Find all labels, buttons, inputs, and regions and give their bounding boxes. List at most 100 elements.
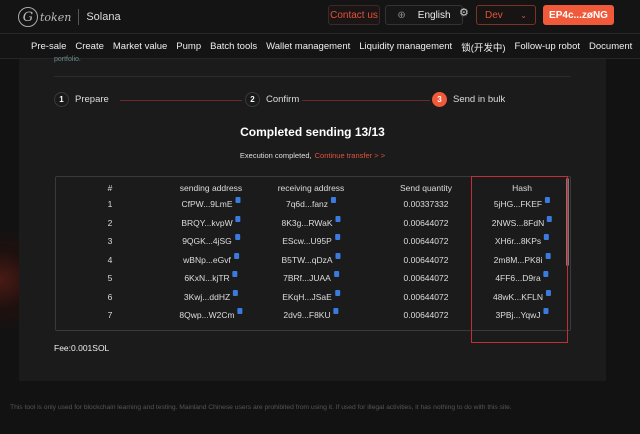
sending-address: CfPW...9LmE [181, 197, 241, 209]
nav-pump[interactable]: Pump [176, 41, 201, 52]
receiving-address: B5TW...qDzA [281, 252, 341, 265]
step-number: 3 [432, 92, 447, 107]
step-confirm: 2 Confirm [245, 92, 299, 107]
copy-icon[interactable] [233, 252, 239, 259]
wallet-button[interactable]: EP4c...zøNG [543, 5, 614, 25]
receiving-address-text: 7BRf...JUAA [283, 273, 331, 283]
step-label: Confirm [266, 94, 300, 105]
nav-document[interactable]: Document [589, 41, 632, 52]
row-index: 4 [108, 255, 113, 265]
header: G token Solana Contact us ⊕ English ⚙ Dev… [0, 0, 640, 34]
sending-address-text: 8Qwp...W2Cm [179, 310, 235, 320]
send-quantity: 0.00337332 [404, 199, 449, 209]
row-index: 3 [108, 236, 113, 246]
sending-address-text: 3Kwj...ddHZ [183, 291, 231, 302]
status-line: Execution completed, Continue transfer > … [19, 151, 606, 160]
step-number: 2 [245, 92, 260, 107]
nav-wallet-management[interactable]: Wallet management [266, 41, 350, 52]
copy-icon[interactable] [235, 215, 241, 222]
copy-icon[interactable] [333, 308, 339, 314]
row-index-text: 6 [107, 291, 113, 302]
receiving-address-text: EScw...U95P [282, 236, 332, 246]
row-index: 7 [108, 310, 113, 320]
send-quantity-text: 0.00644072 [403, 310, 449, 320]
fee-text: Fee:0.001SOL [54, 343, 110, 353]
sending-address: 8Qwp...W2Cm [179, 308, 243, 320]
row-index-text: 4 [107, 254, 113, 265]
main-card: portfolio. 1 Prepare 2 Confirm 3 Send in bu… [19, 56, 606, 381]
nav-batch-tools[interactable]: Batch tools [210, 41, 257, 52]
sending-address-text: wBNp...eGvf [183, 254, 231, 265]
gear-icon[interactable]: ⚙ [459, 6, 469, 19]
col-index: # [107, 183, 113, 193]
send-quantity-text: 0.00644072 [403, 217, 449, 228]
row-index-text: 3 [107, 236, 113, 246]
col-receiving-address: receiving address [277, 183, 345, 193]
row-index-text: 5 [107, 273, 113, 283]
copy-icon[interactable] [232, 271, 238, 277]
send-quantity-text: 0.00644072 [403, 254, 449, 265]
logo[interactable]: G token Solana [18, 7, 121, 27]
row-index-text: 1 [107, 199, 113, 209]
sending-address-text: CfPW...9LmE [181, 199, 233, 209]
receiving-address-text: B5TW...qDzA [281, 254, 333, 265]
completion-title: Completed sending 13/13 [240, 125, 385, 139]
globe-icon: ⊕ [397, 9, 406, 21]
continue-transfer-link[interactable]: Continue transfer > > [315, 151, 385, 160]
step-connector [120, 100, 242, 101]
network-select[interactable]: Dev ⌄ [476, 5, 536, 25]
receiving-address-text: 2dv9...F8KU [283, 310, 331, 320]
sending-address-text: 9QGK...4jSG [182, 236, 232, 246]
row-index: 6 [108, 292, 113, 302]
nav-liquidity-management[interactable]: Liquidity management [359, 41, 452, 52]
row-index: 1 [108, 199, 113, 209]
nav-follow-up-robot[interactable]: Follow-up robot [515, 41, 580, 52]
copy-icon[interactable] [235, 197, 241, 203]
copy-icon[interactable] [335, 252, 341, 259]
contact-us-button[interactable]: Contact us [328, 5, 380, 25]
copy-icon[interactable] [333, 271, 339, 277]
copy-icon[interactable] [233, 289, 239, 296]
send-quantity-text: 0.00337332 [403, 199, 449, 209]
nav-lock[interactable]: 锁(开发中) [461, 40, 505, 54]
copy-icon[interactable] [335, 215, 341, 222]
language-selector[interactable]: ⊕ English [385, 5, 463, 25]
nav-market-value[interactable]: Market value [113, 41, 167, 52]
copy-icon[interactable] [237, 308, 243, 314]
network-label: Dev [485, 9, 503, 21]
copy-icon[interactable] [334, 289, 340, 296]
send-quantity-text: 0.00644072 [403, 291, 449, 302]
receiving-address: 2dv9...F8KU [283, 308, 339, 320]
send-quantity: 0.00644072 [404, 218, 449, 228]
language-label: English [417, 9, 451, 21]
send-quantity-text: 0.00644072 [403, 273, 449, 283]
nav-pre-sale[interactable]: Pre-sale [31, 41, 66, 52]
main-nav: Pre-sale Create Market value Pump Batch … [0, 35, 640, 59]
receiving-address: EKqH...JSaE [282, 289, 340, 302]
chevron-down-icon: ⌄ [520, 10, 527, 20]
sending-address: wBNp...eGvf [183, 252, 239, 265]
chain-name: Solana [86, 11, 121, 23]
logo-text: token [40, 10, 72, 24]
receiving-address: 7BRf...JUAA [283, 271, 339, 283]
send-quantity: 0.00644072 [404, 292, 449, 302]
row-index-text: 7 [107, 310, 113, 320]
copy-icon[interactable] [334, 234, 340, 240]
col-send-quantity: Send quantity [400, 183, 452, 193]
sending-address: BRQY...kvpW [181, 215, 241, 228]
sending-address: 6KxN...kjTR [184, 271, 238, 283]
copy-icon[interactable] [234, 234, 240, 240]
receiving-address-text: 8K3g...RWaK [281, 217, 333, 228]
row-index-text: 2 [107, 217, 113, 228]
copy-icon[interactable] [331, 197, 337, 203]
status-text: Execution completed, [239, 151, 312, 160]
receiving-address: EScw...U95P [282, 234, 340, 246]
sending-address: 9QGK...4jSG [182, 234, 240, 246]
nav-create[interactable]: Create [75, 41, 104, 52]
step-prepare: 1 Prepare [54, 92, 109, 107]
step-send-in-bulk: 3 Send in bulk [432, 92, 505, 107]
receiving-address: 7q6d...fanz [286, 197, 337, 209]
col-sending-address: sending address [179, 183, 243, 193]
stepper: 1 Prepare 2 Confirm 3 Send in bulk [54, 92, 574, 110]
send-quantity: 0.00644072 [404, 255, 449, 265]
